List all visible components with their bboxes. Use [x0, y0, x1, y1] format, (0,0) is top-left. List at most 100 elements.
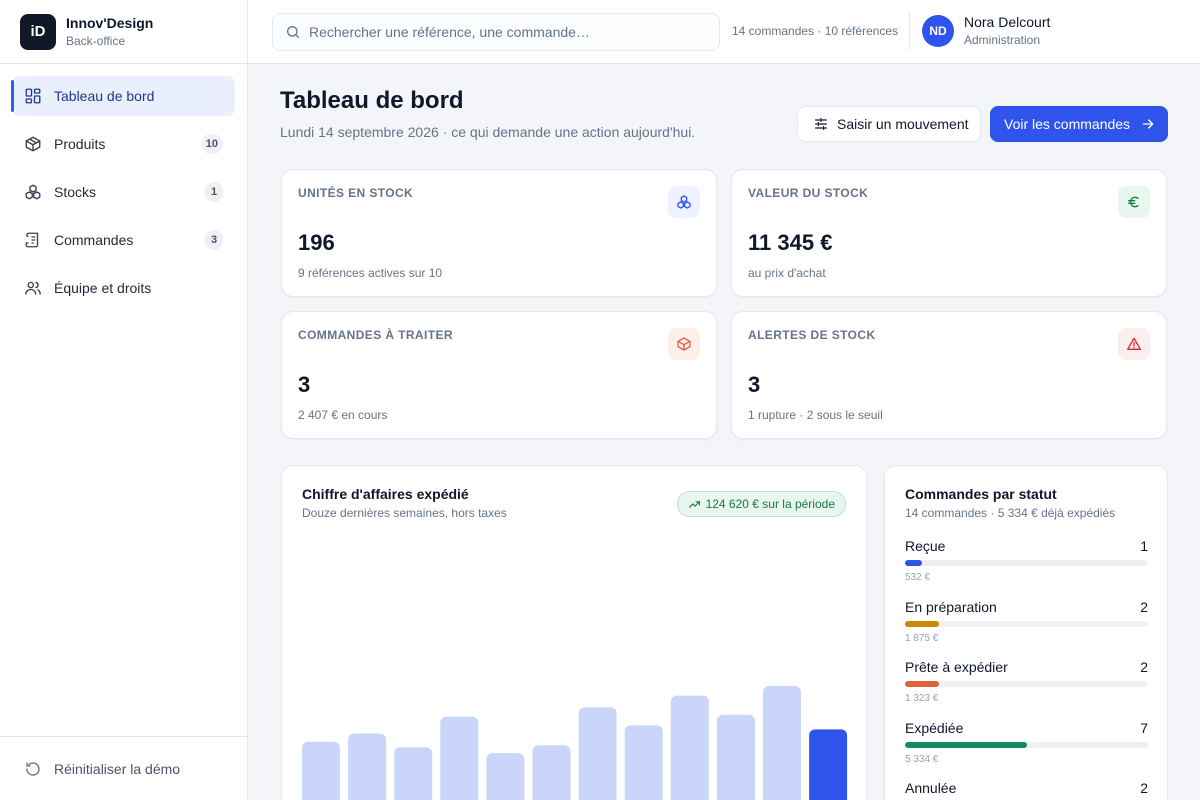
sidebar-item-team[interactable]: Équipe et droits — [12, 268, 235, 308]
sidebar-item-dashboard[interactable]: Tableau de bord — [11, 76, 235, 116]
search-box[interactable] — [272, 13, 720, 51]
revenue-total: 124 620 € sur la période — [705, 497, 835, 511]
kpi-note: 1 rupture · 2 sous le seuil — [748, 408, 883, 422]
status-progress-fill — [905, 621, 940, 627]
kpi-value: 196 — [298, 230, 335, 255]
status-amount: 1 323 € — [905, 693, 939, 704]
reset-icon — [24, 760, 42, 778]
status-amount: 5 334 € — [905, 754, 939, 765]
search-input[interactable] — [309, 24, 699, 40]
status-row[interactable]: Annulée 2 — [905, 780, 1148, 800]
brand-name: Innov'Design — [66, 15, 154, 31]
chart-subtitle: Douze dernières semaines, hors taxes — [302, 506, 507, 520]
status-progress-fill — [905, 560, 922, 566]
chart-bar[interactable] — [486, 753, 525, 800]
status-label: Reçue — [905, 538, 946, 554]
chart-bar[interactable] — [394, 747, 433, 800]
sidebar-item-stocks[interactable]: Stocks 1 — [12, 172, 235, 212]
box-icon — [24, 135, 42, 153]
kpi-value: 11 345 € — [748, 230, 833, 255]
status-row[interactable]: En préparation 2 1 875 € — [905, 599, 1148, 647]
status-progress-track — [905, 560, 1148, 566]
status-row[interactable]: Reçue 1 532 € — [905, 538, 1148, 586]
status-amount: 532 € — [905, 572, 931, 583]
kpi-note: au prix d'achat — [748, 266, 826, 280]
top-bar: 14 commandes · 10 références ND Nora Del… — [248, 0, 1200, 64]
revenue-chart-card: Chiffre d'affaires expédié Douze dernièr… — [281, 465, 867, 800]
reset-demo-button[interactable]: Réinitialiser la démo — [0, 736, 247, 800]
euro-icon — [1118, 186, 1150, 218]
search-icon — [285, 24, 301, 40]
header-divider — [909, 12, 910, 50]
sidebar-item-label: Tableau de bord — [54, 88, 155, 104]
brand-subtitle: Back-office — [66, 34, 126, 48]
record-movement-button[interactable]: Saisir un mouvement — [797, 106, 981, 142]
status-row[interactable]: Expédiée 7 5 334 € — [905, 720, 1148, 768]
status-progress-fill — [905, 681, 940, 687]
sidebar-item-products[interactable]: Produits 10 — [12, 124, 235, 164]
kpi-note: 2 407 € en cours — [298, 408, 388, 422]
kpi-card-orders-pending: COMMANDES À TRAITER 3 2 407 € en cours — [281, 311, 717, 439]
brand-logo: iD — [20, 13, 56, 50]
status-progress-track — [905, 621, 1148, 627]
nav-count-badge: 1 — [205, 182, 223, 202]
orders-status-card: Commandes par statut 14 commandes · 5 33… — [884, 465, 1168, 800]
kpi-note: 9 références actives sur 10 — [298, 266, 443, 280]
chart-bar[interactable] — [763, 686, 801, 800]
view-orders-label: Voir les commandes — [1004, 116, 1131, 132]
status-progress-track — [905, 742, 1148, 748]
sidebar-nav: Tableau de bord Produits 10 Stocks 1 Com… — [0, 64, 247, 328]
page-title: Tableau de bord — [280, 87, 464, 114]
status-count: 2 — [1140, 780, 1148, 796]
alert-icon — [1118, 328, 1150, 360]
status-card-title: Commandes par statut — [905, 486, 1057, 502]
trending-up-icon — [688, 500, 700, 508]
header-stats: 14 commandes · 10 références — [732, 24, 899, 38]
grid-icon — [24, 87, 42, 105]
nav-count-badge: 10 — [200, 134, 223, 154]
status-row[interactable]: Prête à expédier 2 1 323 € — [905, 659, 1148, 707]
chart-bar[interactable] — [670, 695, 709, 800]
status-count: 2 — [1140, 659, 1148, 675]
kpi-card-units: UNITÉS EN STOCK 196 9 références actives… — [281, 169, 717, 297]
brand[interactable]: iD Innov'Design Back-office — [0, 0, 247, 64]
boxes-icon — [24, 183, 42, 201]
arrow-right-icon — [1140, 116, 1156, 132]
receipt-icon — [24, 231, 42, 249]
status-card-subtitle: 14 commandes · 5 334 € déjà expédiés — [905, 506, 1116, 520]
sidebar-item-label: Stocks — [54, 184, 97, 200]
kpi-value: 3 — [748, 372, 761, 397]
user-role: Administration — [964, 33, 1041, 47]
status-label: Prête à expédier — [905, 659, 1008, 675]
status-progress-fill — [905, 742, 1027, 748]
package-icon — [668, 328, 700, 360]
chart-bar[interactable] — [578, 707, 617, 800]
reset-demo-label: Réinitialiser la démo — [54, 760, 181, 777]
sidebar-item-orders[interactable]: Commandes 3 — [12, 220, 235, 260]
kpi-label: UNITÉS EN STOCK — [298, 186, 414, 200]
kpi-label: COMMANDES À TRAITER — [298, 328, 453, 342]
sidebar: iD Innov'Design Back-office Tableau de b… — [0, 0, 248, 800]
kpi-card-stock-value: VALEUR DU STOCK 11 345 € au prix d'achat — [731, 169, 1167, 297]
record-movement-label: Saisir un mouvement — [837, 116, 969, 132]
chart-bar[interactable] — [532, 745, 571, 800]
view-orders-button[interactable]: Voir les commandes — [990, 106, 1168, 142]
user-menu[interactable]: ND Nora Delcourt Administration — [922, 14, 1050, 47]
sliders-icon — [813, 116, 829, 132]
chart-bar[interactable] — [348, 733, 387, 800]
chart-bar-current-week[interactable] — [809, 729, 848, 800]
kpi-value: 3 — [298, 372, 311, 397]
status-progress-track — [905, 681, 1148, 687]
chart-bar[interactable] — [440, 716, 479, 800]
avatar: ND — [922, 14, 954, 47]
status-count: 2 — [1140, 599, 1148, 615]
chart-bar[interactable] — [716, 714, 755, 800]
boxes-icon — [668, 186, 700, 218]
chart-bar[interactable] — [302, 741, 340, 800]
sidebar-item-label: Commandes — [54, 232, 134, 248]
status-label: Expédiée — [905, 720, 964, 736]
kpi-label: ALERTES DE STOCK — [748, 328, 876, 342]
user-name: Nora Delcourt — [964, 14, 1051, 30]
chart-bar[interactable] — [624, 725, 663, 800]
kpi-card-stock-alerts: ALERTES DE STOCK 3 1 rupture · 2 sous le… — [731, 311, 1167, 439]
